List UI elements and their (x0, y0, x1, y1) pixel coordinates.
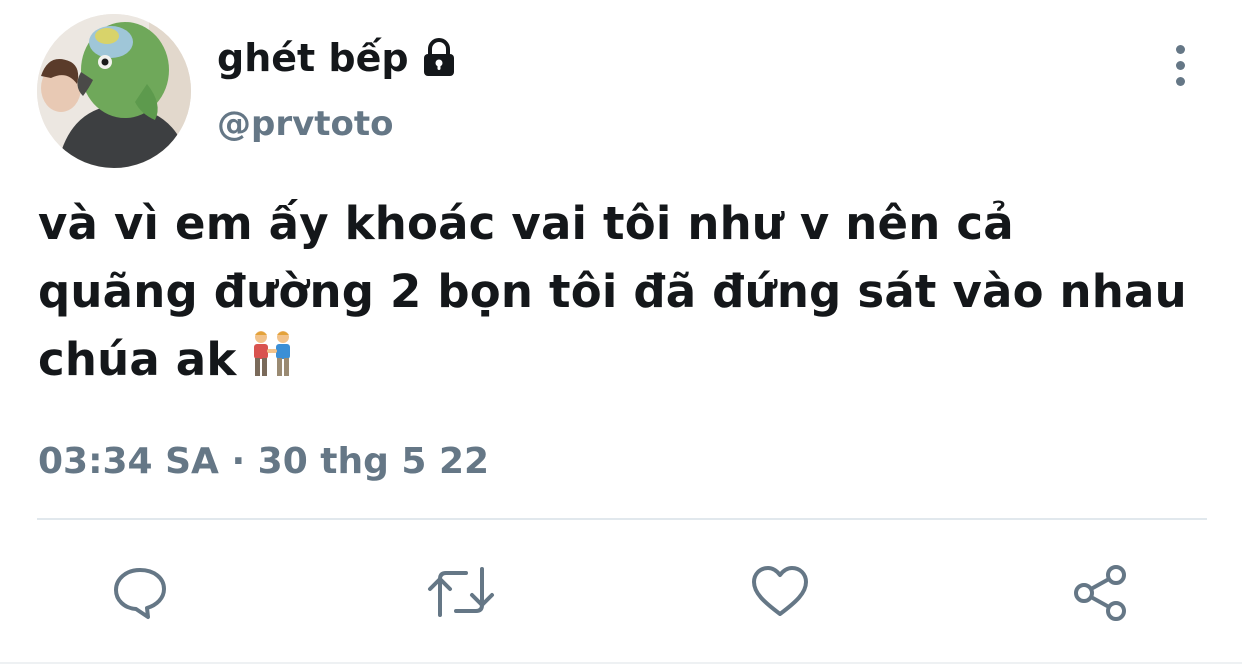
bottom-divider (0, 662, 1242, 664)
more-dot (1175, 76, 1185, 86)
tweet-timestamp[interactable]: 03:34 SA · 30 thg 5 22 (38, 438, 489, 486)
more-dot (1175, 60, 1185, 70)
retweet-button[interactable] (421, 552, 501, 632)
display-name[interactable]: ghét bếp (217, 34, 409, 82)
share-icon (1074, 565, 1126, 621)
heart-icon (752, 566, 808, 616)
avatar-image (37, 14, 191, 168)
couple-holding-hands-emoji (248, 329, 296, 379)
reply-icon (114, 568, 166, 619)
share-button[interactable] (1061, 552, 1141, 632)
display-name-row[interactable]: ghét bếp (217, 34, 457, 82)
like-button[interactable] (740, 552, 820, 632)
tweet-text: và vì em ấy khoác vai tôi như v nên cả q… (38, 197, 1187, 386)
more-options-button[interactable] (1160, 42, 1200, 88)
tweet-text-block: và vì em ấy khoác vai tôi như v nên cả q… (38, 190, 1188, 394)
retweet-icon (428, 567, 494, 617)
more-vertical-icon (1175, 44, 1185, 54)
divider (37, 518, 1207, 520)
action-bar (0, 552, 1242, 632)
lock-icon (421, 38, 457, 78)
avatar[interactable] (37, 14, 191, 168)
tweet-card: ghét bếp @prvtoto và vì em ấy khoác vai … (0, 0, 1242, 671)
user-handle[interactable]: @prvtoto (217, 100, 394, 148)
reply-button[interactable] (100, 552, 180, 632)
